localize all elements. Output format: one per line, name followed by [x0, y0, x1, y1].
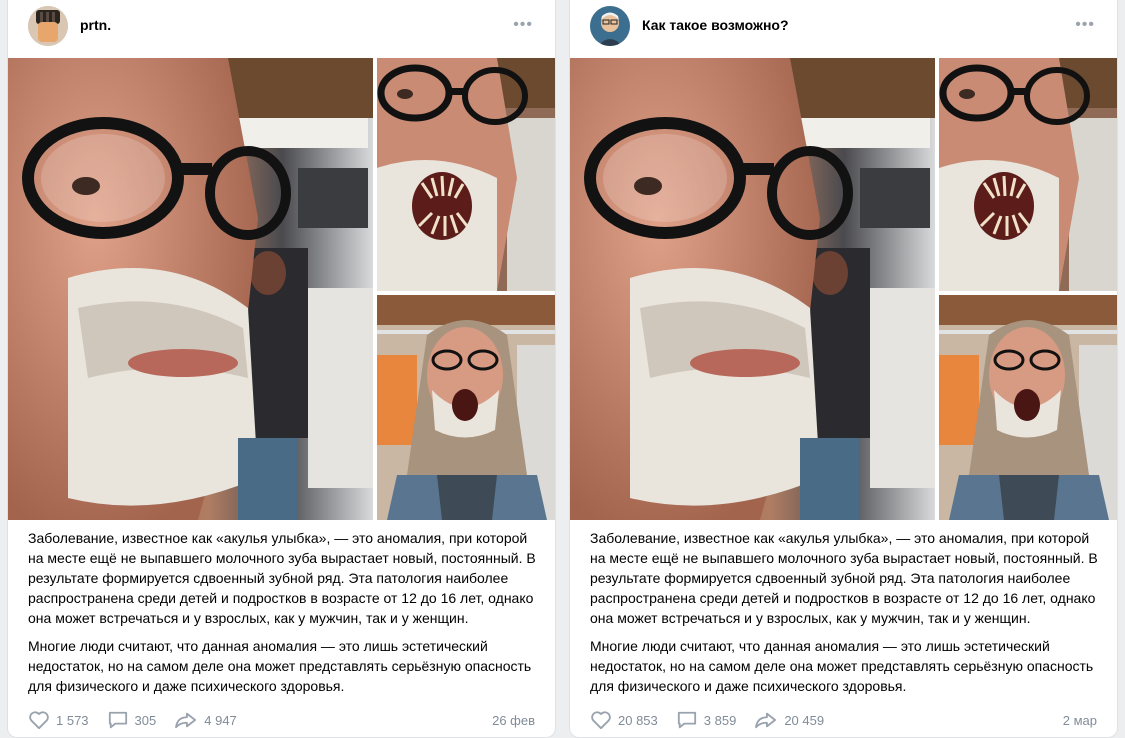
photo-man-open-mouth[interactable] — [377, 295, 555, 520]
like-count: 20 853 — [618, 712, 658, 728]
post-card: Как такое возможно? ••• Заболевание, изв… — [569, 0, 1118, 738]
comment-icon — [108, 711, 127, 729]
post-header: prtn. ••• — [8, 0, 555, 55]
photo-teeth-closeup[interactable] — [939, 58, 1117, 291]
photo-main[interactable] — [8, 58, 373, 520]
post-text: Заболевание, известное как «акулья улыбк… — [28, 528, 543, 704]
share-icon — [755, 712, 777, 729]
heart-icon — [591, 711, 611, 730]
post-media[interactable] — [570, 58, 1117, 520]
post-media[interactable] — [8, 58, 555, 520]
author-name[interactable]: Как такое возможно? — [642, 17, 789, 33]
share-count: 20 459 — [784, 712, 825, 728]
share-count: 4 947 — [204, 712, 237, 728]
post-card: prtn. ••• Заболевание, известное как «ак… — [7, 0, 556, 738]
like-count: 1 573 — [56, 712, 89, 728]
comment-count: 305 — [134, 712, 157, 728]
photo-teeth-closeup[interactable] — [377, 58, 555, 291]
post-paragraph: Заболевание, известное как «акулья улыбк… — [590, 530, 1098, 626]
comment-count: 3 859 — [703, 712, 737, 728]
post-footer: 1 573 305 4 947 26 фев — [28, 708, 535, 732]
share-button[interactable]: 4 947 — [174, 710, 237, 730]
author-avatar[interactable] — [28, 6, 68, 46]
photo-man-open-mouth[interactable] — [939, 295, 1117, 520]
author-name[interactable]: prtn. — [80, 17, 111, 33]
heart-icon — [29, 711, 49, 730]
more-dots-icon[interactable]: ••• — [1075, 16, 1095, 34]
share-icon — [175, 712, 197, 729]
photo-main[interactable] — [570, 58, 935, 520]
like-button[interactable]: 20 853 — [590, 710, 658, 730]
comment-button[interactable]: 3 859 — [676, 710, 737, 730]
more-dots-icon[interactable]: ••• — [513, 16, 533, 34]
post-text: Заболевание, известное как «акулья улыбк… — [590, 528, 1105, 704]
author-avatar[interactable] — [590, 6, 630, 46]
post-date[interactable]: 26 фев — [492, 713, 535, 728]
comment-button[interactable]: 305 — [107, 710, 157, 730]
like-button[interactable]: 1 573 — [28, 710, 89, 730]
post-date[interactable]: 2 мар — [1063, 713, 1097, 728]
post-header: Как такое возможно? ••• — [570, 0, 1117, 55]
post-paragraph: Заболевание, известное как «акулья улыбк… — [28, 530, 536, 626]
post-paragraph: Многие люди считают, что данная аномалия… — [28, 638, 532, 694]
comment-icon — [677, 711, 696, 729]
post-paragraph: Многие люди считают, что данная аномалия… — [590, 638, 1094, 694]
share-button[interactable]: 20 459 — [754, 710, 824, 730]
post-footer: 20 853 3 859 20 459 2 мар — [590, 708, 1097, 732]
